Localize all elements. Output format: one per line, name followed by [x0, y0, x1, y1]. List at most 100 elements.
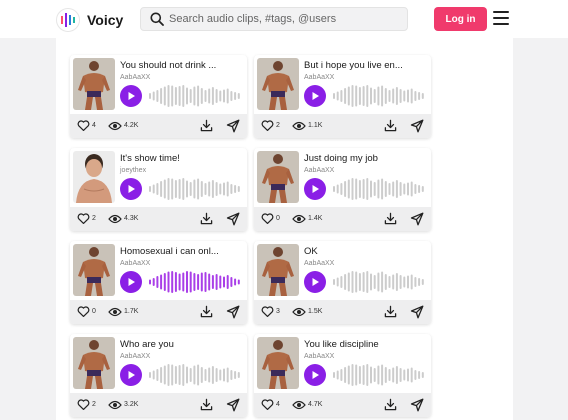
waveform[interactable]: [147, 270, 242, 294]
play-icon: [312, 92, 319, 100]
clip-thumbnail[interactable]: [73, 151, 115, 203]
play-button[interactable]: [120, 364, 142, 386]
view-count: 4.7K: [308, 401, 323, 408]
download-icon[interactable]: [200, 212, 213, 225]
heart-icon[interactable]: [77, 119, 90, 132]
eye-icon: [292, 307, 306, 317]
download-icon[interactable]: [200, 398, 213, 411]
play-button[interactable]: [304, 271, 326, 293]
download-icon[interactable]: [384, 212, 397, 225]
share-icon[interactable]: [226, 212, 240, 226]
waveform-bars-icon[interactable]: [56, 8, 80, 32]
clip-actions: 2 1.1K: [254, 114, 431, 138]
like-count: 4: [276, 401, 280, 408]
share-icon[interactable]: [226, 305, 240, 319]
share-icon[interactable]: [226, 119, 240, 133]
clip-card[interactable]: OK AabAaXX 3 1.5K: [254, 241, 431, 324]
hamburger-menu-icon[interactable]: [493, 11, 509, 25]
download-icon[interactable]: [384, 119, 397, 132]
download-icon[interactable]: [384, 398, 397, 411]
waveform[interactable]: [147, 177, 242, 201]
heart-icon[interactable]: [77, 398, 90, 411]
clip-grid: You should not drink ... AabAaXX 4 4.2K But …: [56, 38, 513, 420]
eye-icon: [292, 400, 306, 410]
clip-thumbnail[interactable]: [73, 244, 115, 296]
clip-card[interactable]: Homosexual i can onl... AabAaXX 0 1.7K: [70, 241, 247, 324]
clip-title[interactable]: OK: [304, 246, 426, 257]
search-icon: [150, 12, 164, 26]
download-icon[interactable]: [384, 305, 397, 318]
share-icon[interactable]: [410, 398, 424, 412]
like-count: 2: [92, 401, 96, 408]
view-count: 1.4K: [308, 215, 323, 222]
clip-title[interactable]: But i hope you live en...: [304, 60, 426, 71]
play-icon: [312, 278, 319, 286]
heart-icon[interactable]: [77, 212, 90, 225]
waveform[interactable]: [331, 84, 426, 108]
clip-thumbnail[interactable]: [257, 337, 299, 389]
clip-username[interactable]: AabAaXX: [304, 167, 334, 174]
share-icon[interactable]: [410, 119, 424, 133]
play-icon: [128, 371, 135, 379]
play-button[interactable]: [120, 271, 142, 293]
waveform[interactable]: [331, 270, 426, 294]
clip-title[interactable]: You like discipline: [304, 339, 426, 350]
clip-title[interactable]: You should not drink ...: [120, 60, 242, 71]
heart-icon[interactable]: [261, 119, 274, 132]
clip-title[interactable]: Homosexual i can onl...: [120, 246, 242, 257]
clip-title[interactable]: Just doing my job: [304, 153, 426, 164]
waveform[interactable]: [331, 177, 426, 201]
clip-card[interactable]: Who are you AabAaXX 2 3.2K: [70, 334, 247, 417]
clip-thumbnail[interactable]: [257, 244, 299, 296]
search-input[interactable]: [169, 10, 401, 28]
share-icon[interactable]: [226, 398, 240, 412]
waveform[interactable]: [331, 363, 426, 387]
view-count: 4.3K: [124, 215, 139, 222]
share-icon[interactable]: [410, 305, 424, 319]
like-count: 3: [276, 308, 280, 315]
play-button[interactable]: [304, 178, 326, 200]
clip-title[interactable]: It's show time!: [120, 153, 242, 164]
heart-icon[interactable]: [261, 305, 274, 318]
clip-card[interactable]: Just doing my job AabAaXX 0 1.4K: [254, 148, 431, 231]
search-bar[interactable]: [140, 7, 408, 31]
play-button[interactable]: [120, 178, 142, 200]
clip-thumbnail[interactable]: [257, 58, 299, 110]
clip-username[interactable]: AabAaXX: [120, 353, 150, 360]
download-icon[interactable]: [200, 119, 213, 132]
clip-username[interactable]: AabAaXX: [120, 74, 150, 81]
clip-username[interactable]: AabAaXX: [120, 260, 150, 267]
login-button[interactable]: Log in: [434, 7, 487, 31]
share-icon[interactable]: [410, 212, 424, 226]
waveform[interactable]: [147, 84, 242, 108]
play-button[interactable]: [120, 85, 142, 107]
play-button[interactable]: [304, 85, 326, 107]
like-count: 0: [92, 308, 96, 315]
eye-icon: [108, 214, 122, 224]
clip-username[interactable]: AabAaXX: [304, 260, 334, 267]
play-icon: [128, 92, 135, 100]
download-icon[interactable]: [200, 305, 213, 318]
clip-card[interactable]: You should not drink ... AabAaXX 4 4.2K: [70, 55, 247, 138]
clip-thumbnail[interactable]: [257, 151, 299, 203]
view-count: 3.2K: [124, 401, 139, 408]
clip-title[interactable]: Who are you: [120, 339, 242, 350]
eye-icon: [108, 400, 122, 410]
clip-username[interactable]: AabAaXX: [304, 74, 334, 81]
view-count: 1.1K: [308, 122, 323, 129]
clip-card[interactable]: You like discipline AabAaXX 4 4.7K: [254, 334, 431, 417]
clip-thumbnail[interactable]: [73, 337, 115, 389]
clip-card[interactable]: But i hope you live en... AabAaXX 2 1.1K: [254, 55, 431, 138]
app-name[interactable]: Voicy: [87, 12, 123, 28]
heart-icon[interactable]: [261, 212, 274, 225]
clip-thumbnail[interactable]: [73, 58, 115, 110]
clip-username[interactable]: AabAaXX: [304, 353, 334, 360]
clip-username[interactable]: joeythex: [120, 167, 146, 174]
eye-icon: [108, 121, 122, 131]
heart-icon[interactable]: [77, 305, 90, 318]
play-button[interactable]: [304, 364, 326, 386]
waveform[interactable]: [147, 363, 242, 387]
heart-icon[interactable]: [261, 398, 274, 411]
clip-card[interactable]: It's show time! joeythex 2 4.3K: [70, 148, 247, 231]
like-count: 4: [92, 122, 96, 129]
